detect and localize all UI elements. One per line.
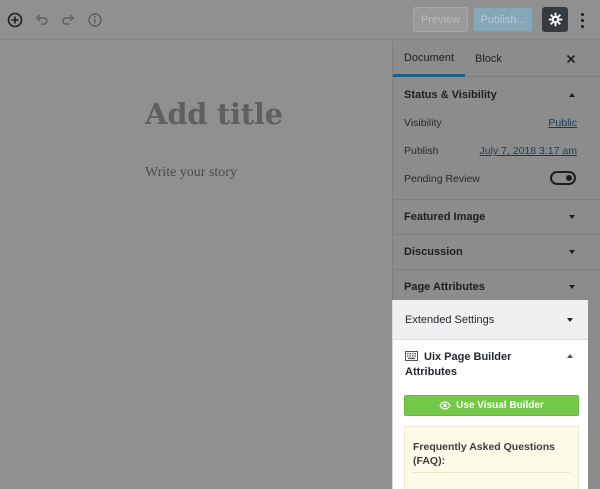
gear-icon [548, 12, 563, 27]
post-title-input[interactable]: Add title [145, 97, 283, 131]
faq-divider [413, 472, 570, 473]
status-visibility-panel: Status & Visibility Visibility Public Pu… [393, 78, 600, 200]
more-vertical-icon[interactable] [574, 9, 590, 31]
info-icon[interactable] [84, 9, 106, 31]
pending-review-label: Pending Review [404, 173, 480, 185]
discussion-heading: Discussion [404, 246, 463, 258]
chevron-up-icon[interactable] [566, 352, 574, 360]
chevron-down-icon [569, 215, 575, 219]
publish-label: Publish [404, 145, 439, 157]
chevron-up-icon[interactable] [568, 91, 576, 99]
add-block-icon[interactable] [4, 9, 26, 31]
faq-section: Frequently Asked Questions (FAQ): [404, 426, 579, 489]
extended-settings-heading: Extended Settings [405, 314, 495, 326]
chevron-down-icon [567, 318, 573, 322]
chevron-down-icon [569, 250, 575, 254]
use-visual-builder-button[interactable]: Use Visual Builder [404, 395, 579, 416]
page-attributes-panel[interactable]: Page Attributes [393, 270, 600, 300]
redo-icon[interactable] [57, 9, 79, 31]
close-icon[interactable] [563, 51, 579, 67]
publish-button[interactable]: Publish... [473, 7, 533, 32]
tab-document[interactable]: Document [393, 41, 465, 77]
editor-canvas: Add title Write your story [0, 41, 392, 489]
visibility-link[interactable]: Public [548, 117, 577, 129]
faq-heading: Frequently Asked Questions (FAQ): [413, 441, 555, 467]
extended-settings-panel[interactable]: Extended Settings [392, 300, 588, 340]
pending-review-toggle[interactable] [550, 171, 576, 185]
featured-image-panel[interactable]: Featured Image [393, 200, 600, 235]
post-body-input[interactable]: Write your story [145, 165, 237, 181]
sidebar-gutter [588, 300, 600, 489]
undo-icon[interactable] [31, 9, 53, 31]
chevron-down-icon [569, 285, 575, 289]
status-visibility-heading[interactable]: Status & Visibility [404, 89, 497, 101]
use-visual-builder-label: Use Visual Builder [456, 400, 544, 411]
top-toolbar: Preview Publish... [0, 0, 600, 40]
page-attributes-heading: Page Attributes [404, 281, 485, 293]
uix-panel-heading[interactable]: Uix Page Builder Attributes [405, 350, 555, 380]
tab-block[interactable]: Block [475, 41, 502, 77]
publish-date-link[interactable]: July 7, 2018 3:17 am [480, 145, 577, 157]
sidebar-tabs: Document Block [393, 41, 600, 77]
keyboard-icon [405, 351, 418, 361]
preview-button[interactable]: Preview [413, 7, 468, 32]
eye-icon [439, 401, 451, 410]
uix-page-builder-panel: Uix Page Builder Attributes Use Visual B… [392, 340, 588, 489]
settings-button[interactable] [542, 7, 568, 32]
discussion-panel[interactable]: Discussion [393, 235, 600, 270]
uix-panel-title: Uix Page Builder Attributes [405, 351, 512, 378]
visibility-label: Visibility [404, 117, 442, 129]
featured-image-heading: Featured Image [404, 211, 486, 223]
